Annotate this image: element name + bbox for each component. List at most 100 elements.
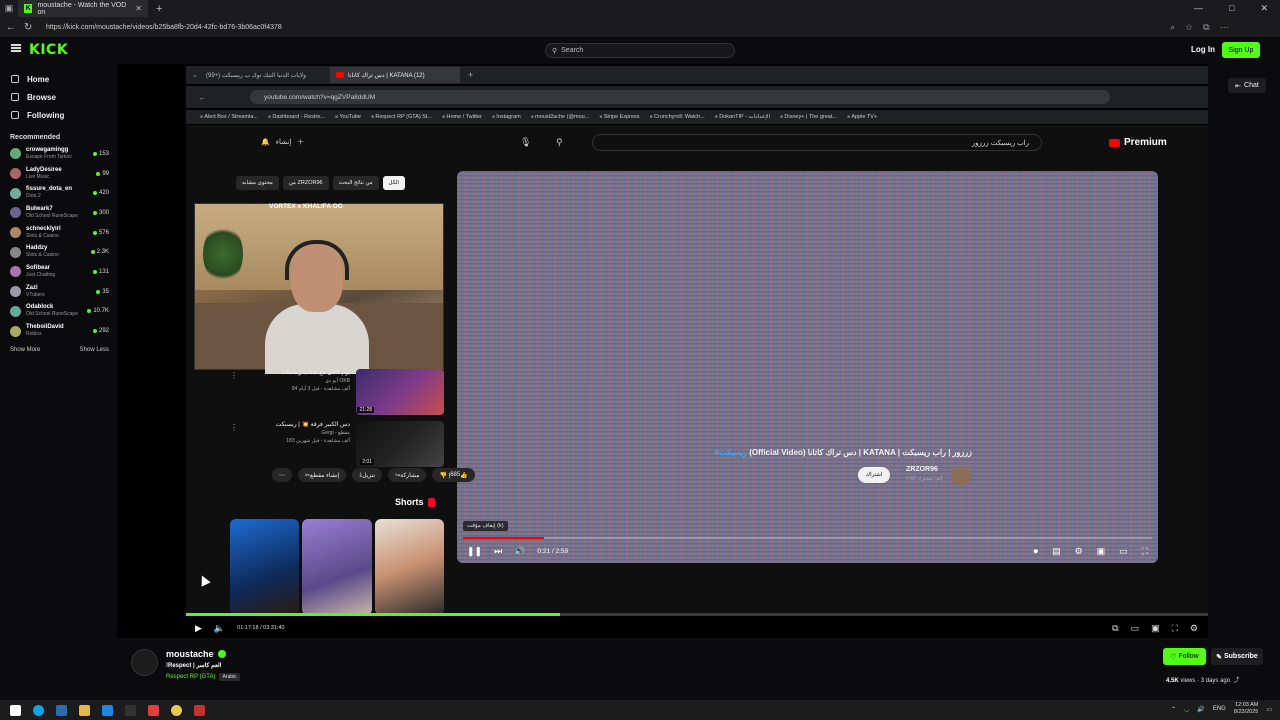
live-dot-icon: [87, 309, 92, 314]
inner-tab-search-icon: ⌄: [192, 72, 198, 79]
start-icon[interactable]: [10, 704, 21, 716]
live-dot-icon: [92, 269, 97, 274]
filter-chip: محتوى مشابه: [236, 176, 279, 190]
window-menu-icon[interactable]: ▣: [0, 0, 18, 17]
recommended-channel[interactable]: Bulwark7 Old School RuneScape 300: [0, 203, 117, 223]
viewer-count: 99: [96, 171, 109, 177]
file-explorer-icon[interactable]: [79, 704, 90, 716]
live-dot-icon: [90, 250, 95, 255]
recommended-channel[interactable]: schnecklyirl Slots & Casino 576: [0, 223, 117, 243]
kick-logo[interactable]: KICK: [29, 42, 68, 58]
recommended-channel[interactable]: Sofibear Just Chatting 131: [0, 262, 117, 282]
clip-icon[interactable]: ⧉: [1112, 623, 1118, 634]
app-icon[interactable]: [171, 704, 182, 716]
notifications-icon[interactable]: ▭: [1266, 706, 1272, 713]
yt-time: 0:21 / 2:59: [537, 547, 569, 555]
chat-toggle-button[interactable]: ⇤ Chat: [1228, 78, 1266, 93]
recommended-channel[interactable]: crowegamingg Escape From Tarkov 153: [0, 144, 117, 164]
bookmark-item: moust2ache (@mou...: [531, 114, 589, 120]
view-count: 4.5K: [1166, 678, 1179, 684]
nav-following[interactable]: Following: [0, 106, 117, 124]
related-header: VORTEX x KHALIFA OG: [269, 203, 343, 210]
nav-home[interactable]: Home: [0, 70, 117, 88]
lang-indicator[interactable]: ENG: [1213, 706, 1226, 712]
recommended-channel[interactable]: Zazi VTubers 35: [0, 282, 117, 302]
avatar[interactable]: [131, 649, 158, 676]
signup-button[interactable]: Sign Up: [1222, 42, 1260, 58]
speaker-icon[interactable]: 🔊: [1197, 706, 1204, 713]
more-menu-icon[interactable]: ⋯: [1220, 22, 1229, 33]
yt-like-button: 👎 | 685 👍: [432, 468, 475, 482]
clock[interactable]: 12:03 AM 8/23/2025: [1234, 702, 1258, 716]
subscribe-label: Subscribe: [1223, 653, 1258, 660]
refresh-icon[interactable]: ↻: [24, 22, 34, 33]
streamer-name[interactable]: moustache: [166, 649, 214, 659]
browser-tab-kick[interactable]: K moustache - Watch the VOD on ✕: [18, 0, 148, 17]
close-window-icon[interactable]: ✕: [1260, 3, 1268, 14]
tab-close-icon[interactable]: ✕: [135, 4, 142, 13]
pause-tooltip: إيقاف مؤقت (k): [463, 521, 508, 531]
channel-name: LadyDesiree: [26, 166, 62, 173]
back-icon[interactable]: ←: [6, 22, 16, 33]
viewer-count-value: 2.3K: [96, 249, 109, 256]
channel-avatar: [10, 305, 21, 317]
login-button[interactable]: Log In: [1191, 45, 1215, 54]
bookmark-item: Alert Box / Streamla...: [200, 114, 258, 120]
show-more-button[interactable]: Show More: [10, 347, 40, 353]
recorder-icon[interactable]: [194, 704, 205, 716]
pip-icon[interactable]: ▣: [1151, 623, 1160, 634]
hamburger-menu-icon[interactable]: [11, 44, 21, 52]
recommended-channel[interactable]: LadyDesiree Live Music 99: [0, 164, 117, 184]
share-icon[interactable]: ⤴: [1233, 678, 1239, 684]
chat-label: Chat: [1244, 82, 1259, 89]
settings-icon[interactable]: ⚙: [1190, 623, 1198, 634]
streamer-name-row: moustache: [166, 649, 226, 659]
recommended-channel[interactable]: Odablock Old School RuneScape 10.7K: [0, 302, 117, 322]
chat-collapse-icon: ⇤: [1235, 82, 1242, 90]
stream-category[interactable]: Respect RP (GTA): [166, 674, 215, 680]
filter-chip: من ZRZOR96: [282, 176, 329, 190]
autoplay-icon: ⏺: [1033, 545, 1039, 556]
play-icon[interactable]: ▶: [195, 623, 202, 634]
tray-arrow-icon[interactable]: ⌃: [1171, 706, 1176, 713]
yt-filter-chips: محتوى مشابه من ZRZOR96 من نتائج البحث الكل: [236, 176, 405, 190]
new-tab-button[interactable]: +: [156, 3, 162, 15]
extensions-icon[interactable]: ⧉: [1203, 22, 1209, 33]
nav-browse[interactable]: Browse: [0, 88, 117, 106]
recommended-channel[interactable]: TheboiiDavid Roblox 292: [0, 321, 117, 341]
channel-avatar: [10, 227, 21, 239]
inner-browser-tabs: ⌄ (99+) ولايات الدنيا التيك توك ب ريسبكت…: [186, 66, 1208, 84]
channel-category: Live Music: [26, 173, 50, 180]
brave-icon[interactable]: [148, 704, 159, 716]
vod-progress-bar[interactable]: [186, 613, 1208, 616]
recommended-channel[interactable]: Haddzy Slots & Casino 2.3K: [0, 242, 117, 262]
address-bar[interactable]: https://kick.com/moustache/videos/b25ba8…: [42, 20, 1162, 35]
zoom-icon[interactable]: ⌕: [1170, 22, 1175, 33]
channel-category: Old School RuneScape: [26, 212, 78, 219]
fullscreen-icon[interactable]: ⛶: [1172, 623, 1178, 634]
recommended-channel[interactable]: fissure_dota_en Dota 2 420: [0, 183, 117, 203]
volume-icon[interactable]: 🔈: [214, 623, 225, 634]
search-input[interactable]: ⚲ Search: [545, 43, 735, 58]
clock-time: 12:03 AM: [1235, 702, 1259, 708]
viewer-count-value: 10.7K: [93, 308, 109, 315]
bookmark-item: Dashboard - Restre...: [268, 114, 325, 120]
vod-controls: ▶ 🔈 01:17:18 / 03:31:40 ⧉ ▭ ▣ ⛶ ⚙: [195, 622, 1198, 634]
settings-app-icon[interactable]: [125, 704, 136, 716]
wifi-icon[interactable]: ◡: [1184, 706, 1189, 713]
subscribe-button[interactable]: ✎ Subscribe: [1211, 648, 1263, 665]
minimize-icon[interactable]: —: [1194, 3, 1203, 14]
outlook-icon[interactable]: [102, 704, 113, 716]
edge-icon[interactable]: [33, 704, 44, 716]
show-less-button[interactable]: Show Less: [80, 347, 109, 353]
short-thumbnail: [230, 519, 300, 615]
theater-mode-icon[interactable]: ▭: [1131, 623, 1140, 634]
store-icon[interactable]: [56, 704, 67, 716]
maximize-icon[interactable]: □: [1229, 3, 1234, 14]
bookmark-star-icon[interactable]: ☆: [1185, 22, 1193, 33]
bookmark-item: Home / Twitter: [442, 114, 481, 120]
follow-button[interactable]: ♡ Follow: [1163, 648, 1206, 665]
action-label: إنشاء مقطع: [310, 472, 340, 479]
action-label: مشاركة: [400, 472, 420, 479]
theater-icon: ▭: [1119, 545, 1128, 556]
